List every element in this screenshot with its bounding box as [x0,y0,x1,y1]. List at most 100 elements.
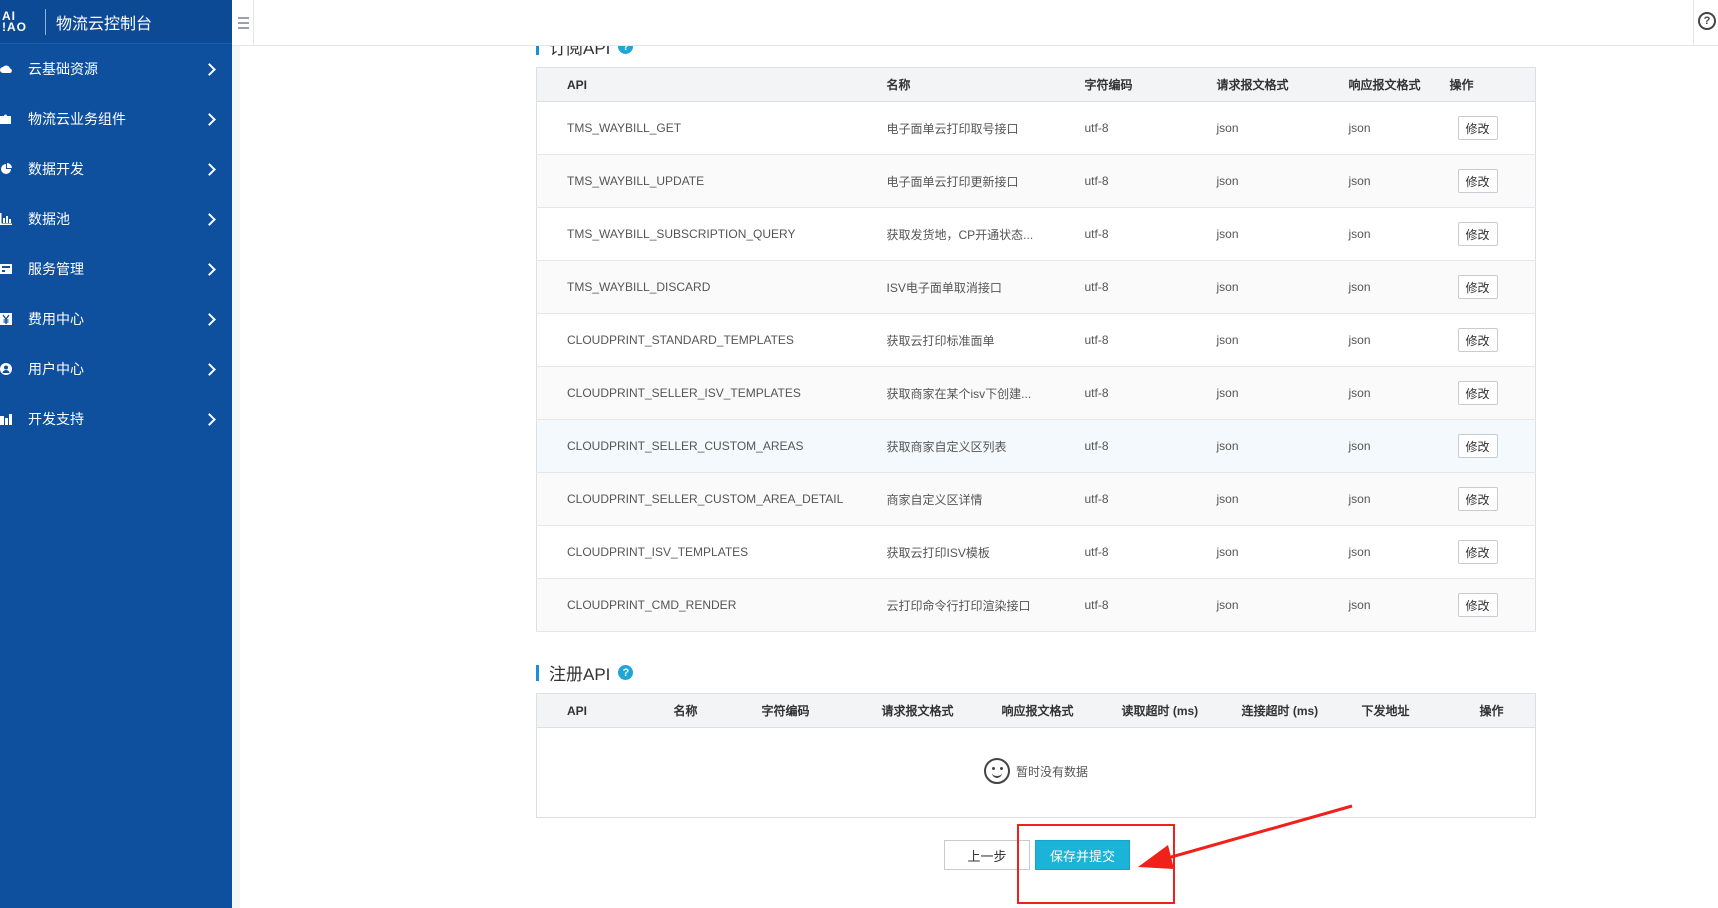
cell-api: CLOUDPRINT_SELLER_ISV_TEMPLATES [536,366,857,420]
cell-response-format: json [1318,207,1450,261]
sidebar-item-dev-support[interactable]: 开发支持 [0,394,232,444]
column-header-encoding: 字符编码 [1054,67,1187,102]
smiley-icon [983,758,1010,784]
column-header-name: 名称 [643,693,732,728]
logo-line2: !AO [2,19,27,34]
table-row: CLOUDPRINT_ISV_TEMPLATES 获取云打印ISV模板 utf-… [536,525,1536,579]
column-header-encoding: 字符编码 [731,693,852,728]
table-row: TMS_WAYBILL_GET 电子面单云打印取号接口 utf-8 json j… [536,101,1536,155]
help-icon[interactable]: ? [618,665,634,680]
register-section-title: 注册API [549,665,611,684]
annotation-arrow-icon [1138,804,1353,869]
cell-encoding: utf-8 [1054,578,1187,632]
cell-encoding: utf-8 [1054,154,1187,208]
section-accent-bar [536,664,539,681]
edit-button[interactable]: 修改 [1457,593,1498,617]
section-accent-bar [536,46,539,55]
chevron-right-icon [203,362,216,376]
subscribe-api-table: API 名称 字符编码 请求报文格式 响应报文格式 操作 TMS_WAYBILL… [536,67,1536,632]
sidebar-item-data-dev[interactable]: 数据开发 [0,144,232,194]
edit-button[interactable]: 修改 [1457,275,1498,299]
column-header-response-format: 响应报文格式 [1318,67,1450,102]
sidebar-item-label: 服务管理 [28,261,84,277]
sidebar-item-label: 费用中心 [28,311,84,327]
subscribe-section-header: 订阅API ? [536,46,634,59]
column-header-name: 名称 [856,67,1055,102]
column-header-api: API [536,693,644,728]
column-header-connect-timeout: 连接超时 (ms) [1211,693,1332,728]
sidebar-item-label: 数据开发 [28,161,84,177]
cell-response-format: json [1318,419,1450,473]
edit-button[interactable]: 修改 [1457,222,1498,246]
sidebar-item-user-center[interactable]: 用户中心 [0,344,232,394]
dev-icon [0,414,12,425]
cell-encoding: utf-8 [1054,525,1187,579]
cell-name: 获取商家自定义区列表 [856,419,1055,473]
table-row: CLOUDPRINT_SELLER_ISV_TEMPLATES 获取商家在某个i… [536,366,1536,420]
cell-operations: 修改 [1449,260,1536,314]
edit-button[interactable]: 修改 [1457,169,1498,193]
column-header-operations: 操作 [1449,693,1536,728]
brand-divider [45,8,46,35]
column-header-response-format: 响应报文格式 [971,693,1092,728]
cell-api: TMS_WAYBILL_DISCARD [536,260,857,314]
edit-button[interactable]: 修改 [1457,116,1498,140]
cell-api: CLOUDPRINT_SELLER_CUSTOM_AREAS [536,419,857,473]
cell-response-format: json [1318,154,1450,208]
cell-request-format: json [1186,207,1319,261]
edit-button[interactable]: 修改 [1457,487,1498,511]
empty-state-content: 暂时没有数据 [983,758,1088,784]
cell-name: 云打印命令行打印渲染接口 [856,578,1055,632]
main-content: 订阅API ? API 名称 字符编码 请求报文格式 响应报文格式 操作 TMS… [240,46,1718,908]
cell-api: TMS_WAYBILL_UPDATE [536,154,857,208]
column-header-delivery-address: 下发地址 [1331,693,1450,728]
cell-name: 获取商家在某个isv下创建... [856,366,1055,420]
sidebar-item-data-pool[interactable]: 数据池 [0,194,232,244]
sidebar-item-service-management[interactable]: 服务管理 [0,244,232,294]
table-row: CLOUDPRINT_SELLER_CUSTOM_AREA_DETAIL 商家自… [536,472,1536,526]
sidebar-item-billing[interactable]: 费用中心 [0,294,232,344]
menu-toggle-icon[interactable] [234,0,254,46]
sidebar-item-label: 用户中心 [28,361,84,377]
edit-button[interactable]: 修改 [1457,540,1498,564]
empty-row: 暂时没有数据 [537,728,1536,818]
edit-button[interactable]: 修改 [1457,328,1498,352]
sidebar: AI !AO 物流云控制台 云基础资源 物流云业务组件 数据开发 数据池 服务管… [0,0,232,908]
cell-operations: 修改 [1449,419,1536,473]
cell-operations: 修改 [1449,578,1536,632]
edit-button[interactable]: 修改 [1457,434,1498,458]
cell-api: CLOUDPRINT_CMD_RENDER [536,578,857,632]
cell-name: 电子面单云打印更新接口 [856,154,1055,208]
edit-button[interactable]: 修改 [1457,381,1498,405]
cell-response-format: json [1318,366,1450,420]
cell-operations: 修改 [1449,525,1536,579]
sidebar-item-label: 物流云业务组件 [28,111,126,127]
table-row: TMS_WAYBILL_DISCARD ISV电子面单取消接口 utf-8 js… [536,260,1536,314]
register-section-header: 注册API ? [536,660,634,685]
cell-operations: 修改 [1449,154,1536,208]
sidebar-item-label: 开发支持 [28,411,84,427]
cell-api: TMS_WAYBILL_SUBSCRIPTION_QUERY [536,207,857,261]
cell-operations: 修改 [1449,313,1536,367]
cell-operations: 修改 [1449,207,1536,261]
help-icon[interactable]: ? [618,46,634,54]
chevron-right-icon [203,212,216,226]
cell-encoding: utf-8 [1054,101,1187,155]
cell-encoding: utf-8 [1054,472,1187,526]
sidebar-item-cloud-resources[interactable]: 云基础资源 [0,44,232,94]
cell-name: 商家自定义区详情 [856,472,1055,526]
sidebar-item-business-components[interactable]: 物流云业务组件 [0,94,232,144]
cell-request-format: json [1186,366,1319,420]
user-icon [0,363,12,375]
server-icon [0,264,12,274]
cell-request-format: json [1186,260,1319,314]
cloud-icon [0,65,12,73]
topbar-divider [1693,0,1694,46]
cell-response-format: json [1318,525,1450,579]
cell-response-format: json [1318,101,1450,155]
help-icon[interactable]: ? [1698,12,1716,30]
cell-response-format: json [1318,260,1450,314]
table-row: TMS_WAYBILL_SUBSCRIPTION_QUERY 获取发货地，CP开… [536,207,1536,261]
cell-api: TMS_WAYBILL_GET [536,101,857,155]
logo[interactable]: AI !AO [0,0,38,44]
